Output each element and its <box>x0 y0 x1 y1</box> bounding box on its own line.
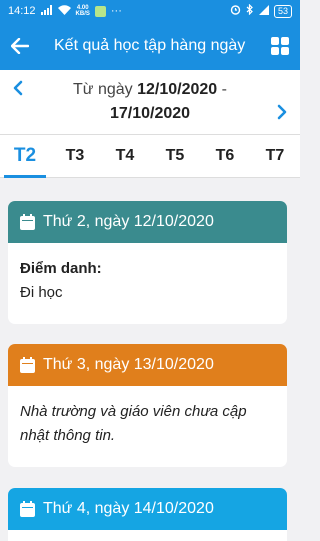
app-notification-icon <box>94 5 106 17</box>
day-card-header: Thứ 3, ngày 13/10/2020 <box>8 344 287 386</box>
alarm-icon <box>230 4 241 18</box>
day-card-header: Thứ 2, ngày 12/10/2020 <box>8 201 287 243</box>
day-card-body: Điểm danh: Đi học <box>8 243 287 319</box>
status-bar: 14:12 4.00 KB/S ··· 53 <box>0 0 300 22</box>
arrow-left-icon <box>11 38 29 54</box>
tab-t5[interactable]: T5 <box>150 135 200 177</box>
weekday-tabs: T2 T3 T4 T5 T6 T7 <box>0 134 300 178</box>
attendance-value: Đi học <box>20 284 63 301</box>
calendar-icon <box>20 214 35 230</box>
previous-week-button[interactable] <box>13 76 23 102</box>
date-range-start: 12/10/2020 <box>137 81 218 98</box>
day-card-header: Thứ 4, ngày 14/10/2020 <box>8 488 287 530</box>
bluetooth-icon <box>246 3 254 18</box>
day-card-date: Thứ 2, ngày 12/10/2020 <box>43 213 214 230</box>
back-button[interactable] <box>0 22 40 70</box>
calendar-icon <box>20 501 35 517</box>
day-card-wednesday: Thứ 4, ngày 14/10/2020 <box>8 488 287 541</box>
day-card-date: Thứ 3, ngày 13/10/2020 <box>43 356 214 373</box>
day-card-body: Nhà trường và giáo viên chưa cập nhật th… <box>8 386 287 462</box>
signal-icon <box>40 4 53 18</box>
tab-t2[interactable]: T2 <box>0 135 50 178</box>
tab-t4[interactable]: T4 <box>100 135 150 177</box>
date-range-separator: - <box>217 81 227 98</box>
wifi-icon <box>57 4 71 18</box>
day-card-monday: Thứ 2, ngày 12/10/2020 Điểm danh: Đi học <box>8 201 287 324</box>
date-range-end: 17/10/2020 <box>109 105 191 122</box>
no-info-message: Nhà trường và giáo viên chưa cập nhật th… <box>20 403 247 444</box>
tab-t7[interactable]: T7 <box>250 135 300 177</box>
signal-icon-2 <box>258 4 269 18</box>
net-speed-unit: KB/S <box>75 11 90 17</box>
date-range-selector: Từ ngày 12/10/2020 - 17/10/2020 <box>0 70 300 134</box>
tab-t3[interactable]: T3 <box>50 135 100 177</box>
date-range-text: Từ ngày 12/10/2020 - 17/10/2020 <box>40 78 260 126</box>
app-bar: Kết quả học tập hàng ngày <box>0 22 300 70</box>
battery-indicator: 53 <box>273 4 292 18</box>
chevron-left-icon <box>13 80 23 96</box>
attendance-label: Điểm danh: <box>20 260 102 277</box>
status-overflow-icon: ··· <box>110 5 122 17</box>
grid-icon <box>271 37 289 55</box>
status-time: 14:12 <box>8 5 36 17</box>
net-speed-indicator: 4.00 KB/S <box>76 5 90 17</box>
chevron-right-icon <box>277 104 287 120</box>
page-title: Kết quả học tập hàng ngày <box>54 37 246 54</box>
menu-grid-button[interactable] <box>260 22 300 70</box>
day-card-tuesday: Thứ 3, ngày 13/10/2020 Nhà trường và giá… <box>8 344 287 467</box>
day-card-date: Thứ 4, ngày 14/10/2020 <box>43 500 214 517</box>
tab-t6[interactable]: T6 <box>200 135 250 177</box>
date-range-prefix: Từ ngày <box>73 81 138 98</box>
calendar-icon <box>20 357 35 373</box>
next-week-button[interactable] <box>277 100 287 126</box>
